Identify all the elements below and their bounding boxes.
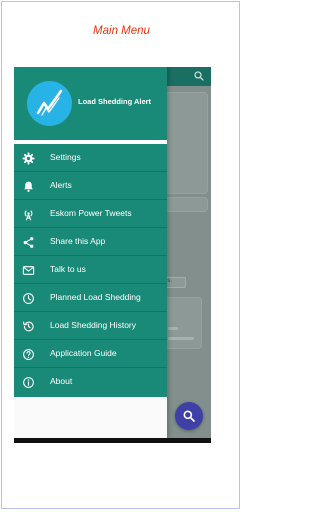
menu-item-talk-to-us[interactable]: Talk to us	[14, 256, 167, 284]
menu-item-label: Planned Load Shedding	[50, 292, 141, 302]
menu-item-share-this-app[interactable]: Share this App	[14, 228, 167, 256]
bottom-bar	[14, 438, 211, 443]
info-icon	[23, 377, 34, 388]
navigation-drawer: Load Shedding Alert Settings Alerts Esko…	[14, 67, 167, 438]
menu-item-label: Load Shedding History	[50, 320, 137, 330]
broadcast-icon	[24, 210, 33, 221]
lightning-icon	[36, 89, 63, 116]
menu-item-label: Settings	[50, 152, 81, 162]
menu-item-eskom-power-tweets[interactable]: Eskom Power Tweets	[14, 200, 167, 228]
drawer-menu: Settings Alerts Eskom Power Tweets Share…	[14, 144, 167, 397]
menu-item-label: Share this App	[50, 236, 106, 246]
menu-item-label: About	[50, 376, 73, 386]
background-text	[168, 327, 178, 330]
menu-item-application-guide[interactable]: Application Guide	[14, 340, 167, 368]
menu-item-planned-load-shedding[interactable]: Planned Load Shedding	[14, 284, 167, 312]
menu-item-alerts[interactable]: Alerts	[14, 172, 167, 200]
menu-item-load-shedding-history[interactable]: Load Shedding History	[14, 312, 167, 340]
bell-icon	[24, 181, 33, 192]
search-icon[interactable]	[193, 70, 205, 82]
drawer-header: Load Shedding Alert	[14, 67, 167, 140]
help-icon	[23, 349, 34, 360]
history-icon	[23, 321, 34, 332]
schedule-icon	[23, 293, 34, 304]
gear-icon	[22, 152, 35, 165]
menu-item-about[interactable]: About	[14, 368, 167, 396]
background-card	[164, 297, 202, 349]
menu-item-label: Alerts	[50, 180, 72, 190]
app-logo	[27, 81, 72, 126]
menu-item-settings[interactable]: Settings	[14, 144, 167, 172]
background-card	[164, 92, 208, 194]
page-caption: Main Menu	[93, 25, 150, 37]
background-card	[164, 197, 208, 212]
background-text	[168, 337, 194, 340]
menu-item-label: Talk to us	[50, 264, 86, 274]
share-icon	[23, 237, 34, 248]
search-icon	[183, 410, 195, 422]
mail-icon	[22, 266, 35, 275]
search-fab-button[interactable]	[175, 402, 203, 430]
app-name: Load Shedding Alert	[78, 97, 152, 106]
menu-item-label: Eskom Power Tweets	[50, 208, 132, 218]
menu-item-label: Application Guide	[50, 348, 117, 358]
phone-screen: utes. Load Shedding Alert	[14, 67, 211, 443]
